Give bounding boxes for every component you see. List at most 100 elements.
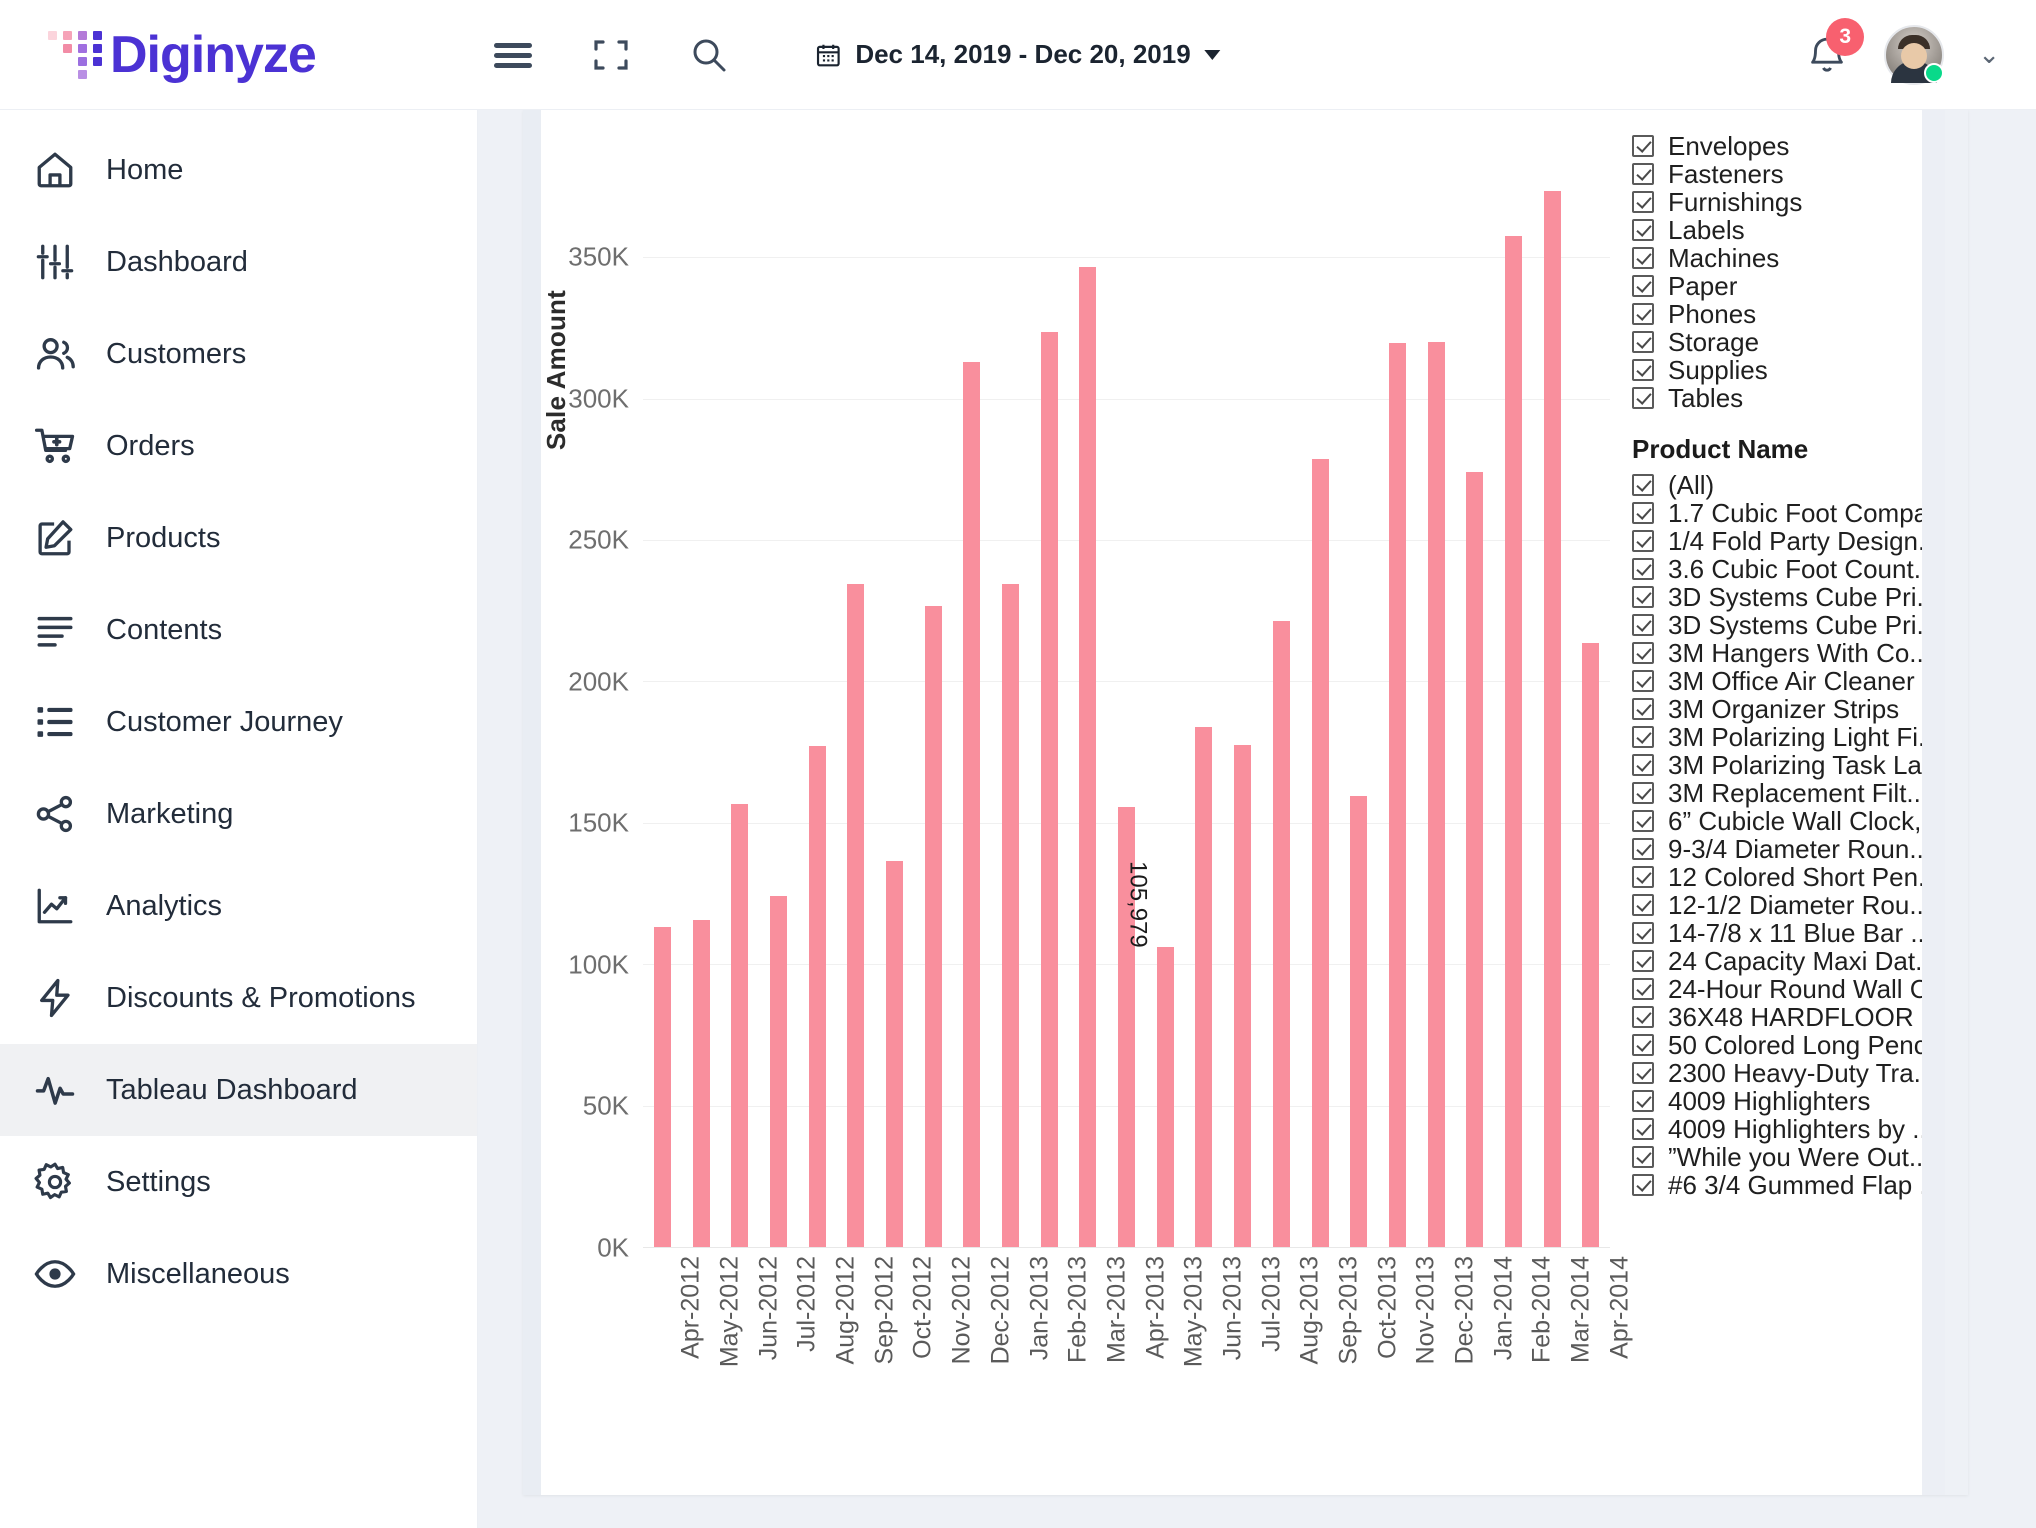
- bar[interactable]: [1504, 235, 1522, 1247]
- checkbox-checked-icon[interactable]: [1632, 331, 1654, 353]
- checkbox-checked-icon[interactable]: [1632, 219, 1654, 241]
- checkbox-checked-icon[interactable]: [1632, 782, 1654, 804]
- bar[interactable]: [1543, 190, 1561, 1247]
- checkbox-checked-icon[interactable]: [1632, 586, 1654, 608]
- checkbox-checked-icon[interactable]: [1632, 1034, 1654, 1056]
- checkbox-checked-icon[interactable]: [1632, 950, 1654, 972]
- sidebar-item-miscellaneous[interactable]: Miscellaneous: [0, 1228, 477, 1320]
- checkbox-checked-icon[interactable]: [1632, 978, 1654, 1000]
- checkbox-checked-icon[interactable]: [1632, 922, 1654, 944]
- profile-chevron-down-icon[interactable]: ⌄: [1978, 39, 2000, 70]
- category-filter-item[interactable]: Fasteners: [1632, 159, 1968, 189]
- search-icon[interactable]: [686, 32, 732, 78]
- bar[interactable]: [1040, 332, 1058, 1247]
- category-filter-item[interactable]: Supplies: [1632, 355, 1968, 385]
- bar-slot[interactable]: [798, 144, 837, 1247]
- category-filter-item[interactable]: Furnishings: [1632, 187, 1968, 217]
- sidebar-item-discounts-promotions[interactable]: Discounts & Promotions: [0, 952, 477, 1044]
- checkbox-checked-icon[interactable]: [1632, 642, 1654, 664]
- product-filter-item[interactable]: 50 Colored Long Penc...: [1632, 1030, 1968, 1060]
- checkbox-checked-icon[interactable]: [1632, 1062, 1654, 1084]
- bar[interactable]: [1388, 343, 1406, 1247]
- bar[interactable]: [731, 804, 749, 1247]
- product-filter-item[interactable]: #6 3/4 Gummed Flap ...: [1632, 1170, 1968, 1200]
- bar[interactable]: [924, 606, 942, 1247]
- checkbox-checked-icon[interactable]: [1632, 387, 1654, 409]
- bar[interactable]: [1195, 726, 1213, 1247]
- category-filter-item[interactable]: Labels: [1632, 215, 1968, 245]
- bar-slot[interactable]: 105,979: [1124, 144, 1185, 1247]
- sidebar-item-home[interactable]: Home: [0, 124, 477, 216]
- checkbox-checked-icon[interactable]: [1632, 670, 1654, 692]
- bar-slot[interactable]: [1301, 144, 1340, 1247]
- bar-slot[interactable]: [1069, 144, 1108, 1247]
- bar[interactable]: [653, 927, 671, 1247]
- checkbox-checked-icon[interactable]: [1632, 135, 1654, 157]
- product-filter-item[interactable]: 14-7/8 x 11 Blue Bar ...: [1632, 918, 1968, 948]
- checkbox-checked-icon[interactable]: [1632, 558, 1654, 580]
- product-filter-item[interactable]: 36X48 HARDFLOOR C...: [1632, 1002, 1968, 1032]
- bar[interactable]: [1466, 472, 1484, 1247]
- bar[interactable]: [1234, 745, 1252, 1247]
- bar-slot[interactable]: [1107, 144, 1146, 1247]
- bar[interactable]: [885, 860, 903, 1247]
- category-filter-item[interactable]: Paper: [1632, 271, 1968, 301]
- bar-slot[interactable]: [1533, 144, 1572, 1247]
- sidebar-item-customers[interactable]: Customers: [0, 308, 477, 400]
- avatar[interactable]: [1884, 24, 1945, 85]
- bar-slot[interactable]: [1417, 144, 1456, 1247]
- bar-slot[interactable]: [991, 144, 1030, 1247]
- product-filter-item[interactable]: 4009 Highlighters: [1632, 1086, 1968, 1116]
- bar[interactable]: [1156, 947, 1174, 1247]
- bar[interactable]: [1582, 643, 1600, 1247]
- product-filter-item[interactable]: 24 Capacity Maxi Dat...: [1632, 946, 1968, 976]
- bar[interactable]: [963, 361, 981, 1247]
- product-filter-item[interactable]: 4009 Highlighters by ...: [1632, 1114, 1968, 1144]
- product-filter-item[interactable]: 3D Systems Cube Pri...: [1632, 582, 1968, 612]
- bar-slot[interactable]: [1494, 144, 1533, 1247]
- checkbox-checked-icon[interactable]: [1632, 810, 1654, 832]
- sidebar-item-tableau-dashboard[interactable]: Tableau Dashboard: [0, 1044, 477, 1136]
- checkbox-checked-icon[interactable]: [1632, 474, 1654, 496]
- checkbox-checked-icon[interactable]: [1632, 866, 1654, 888]
- checkbox-checked-icon[interactable]: [1632, 247, 1654, 269]
- bar[interactable]: [1002, 583, 1020, 1247]
- product-filter-item[interactable]: 3M Hangers With Co...: [1632, 638, 1968, 668]
- checkbox-checked-icon[interactable]: [1632, 838, 1654, 860]
- product-filter-item[interactable]: 1.7 Cubic Foot Compa...: [1632, 498, 1968, 528]
- product-filter-item[interactable]: 2300 Heavy-Duty Tra...: [1632, 1058, 1968, 1088]
- bar[interactable]: [1079, 267, 1097, 1247]
- checkbox-checked-icon[interactable]: [1632, 1090, 1654, 1112]
- brand-logo[interactable]: Diginyze: [0, 29, 478, 81]
- checkbox-checked-icon[interactable]: [1632, 1118, 1654, 1140]
- bar-slot[interactable]: [875, 144, 914, 1247]
- date-range-picker[interactable]: Dec 14, 2019 - Dec 20, 2019: [815, 39, 1221, 70]
- checkbox-checked-icon[interactable]: [1632, 894, 1654, 916]
- bar-slot[interactable]: [1262, 144, 1301, 1247]
- product-filter-item[interactable]: 1/4 Fold Party Design...: [1632, 526, 1968, 556]
- bar-slot[interactable]: [682, 144, 721, 1247]
- bar-slot[interactable]: [953, 144, 992, 1247]
- product-filter-item[interactable]: 12 Colored Short Pen...: [1632, 862, 1968, 892]
- bar-slot[interactable]: [914, 144, 953, 1247]
- notifications-button[interactable]: 3: [1804, 17, 1865, 78]
- category-filter-item[interactable]: Envelopes: [1632, 131, 1968, 161]
- bar-slot[interactable]: [1223, 144, 1262, 1247]
- product-filter-item[interactable]: 6” Cubicle Wall Clock,...: [1632, 806, 1968, 836]
- bar-slot[interactable]: [643, 144, 682, 1247]
- bar-slot[interactable]: [1030, 144, 1069, 1247]
- category-filter-item[interactable]: Machines: [1632, 243, 1968, 273]
- product-filter-item[interactable]: 3.6 Cubic Foot Count...: [1632, 554, 1968, 584]
- checkbox-checked-icon[interactable]: [1632, 698, 1654, 720]
- category-filter-item[interactable]: Phones: [1632, 299, 1968, 329]
- product-filter-item[interactable]: 3M Office Air Cleaner: [1632, 666, 1968, 696]
- bar[interactable]: [1311, 459, 1329, 1247]
- sidebar-item-orders[interactable]: Orders: [0, 400, 477, 492]
- bar-slot[interactable]: [836, 144, 875, 1247]
- bar-slot[interactable]: [1572, 144, 1611, 1247]
- category-filter-item[interactable]: Tables: [1632, 383, 1968, 413]
- checkbox-checked-icon[interactable]: [1632, 303, 1654, 325]
- product-filter-item[interactable]: 24-Hour Round Wall C...: [1632, 974, 1968, 1004]
- bar[interactable]: [808, 746, 826, 1247]
- checkbox-checked-icon[interactable]: [1632, 754, 1654, 776]
